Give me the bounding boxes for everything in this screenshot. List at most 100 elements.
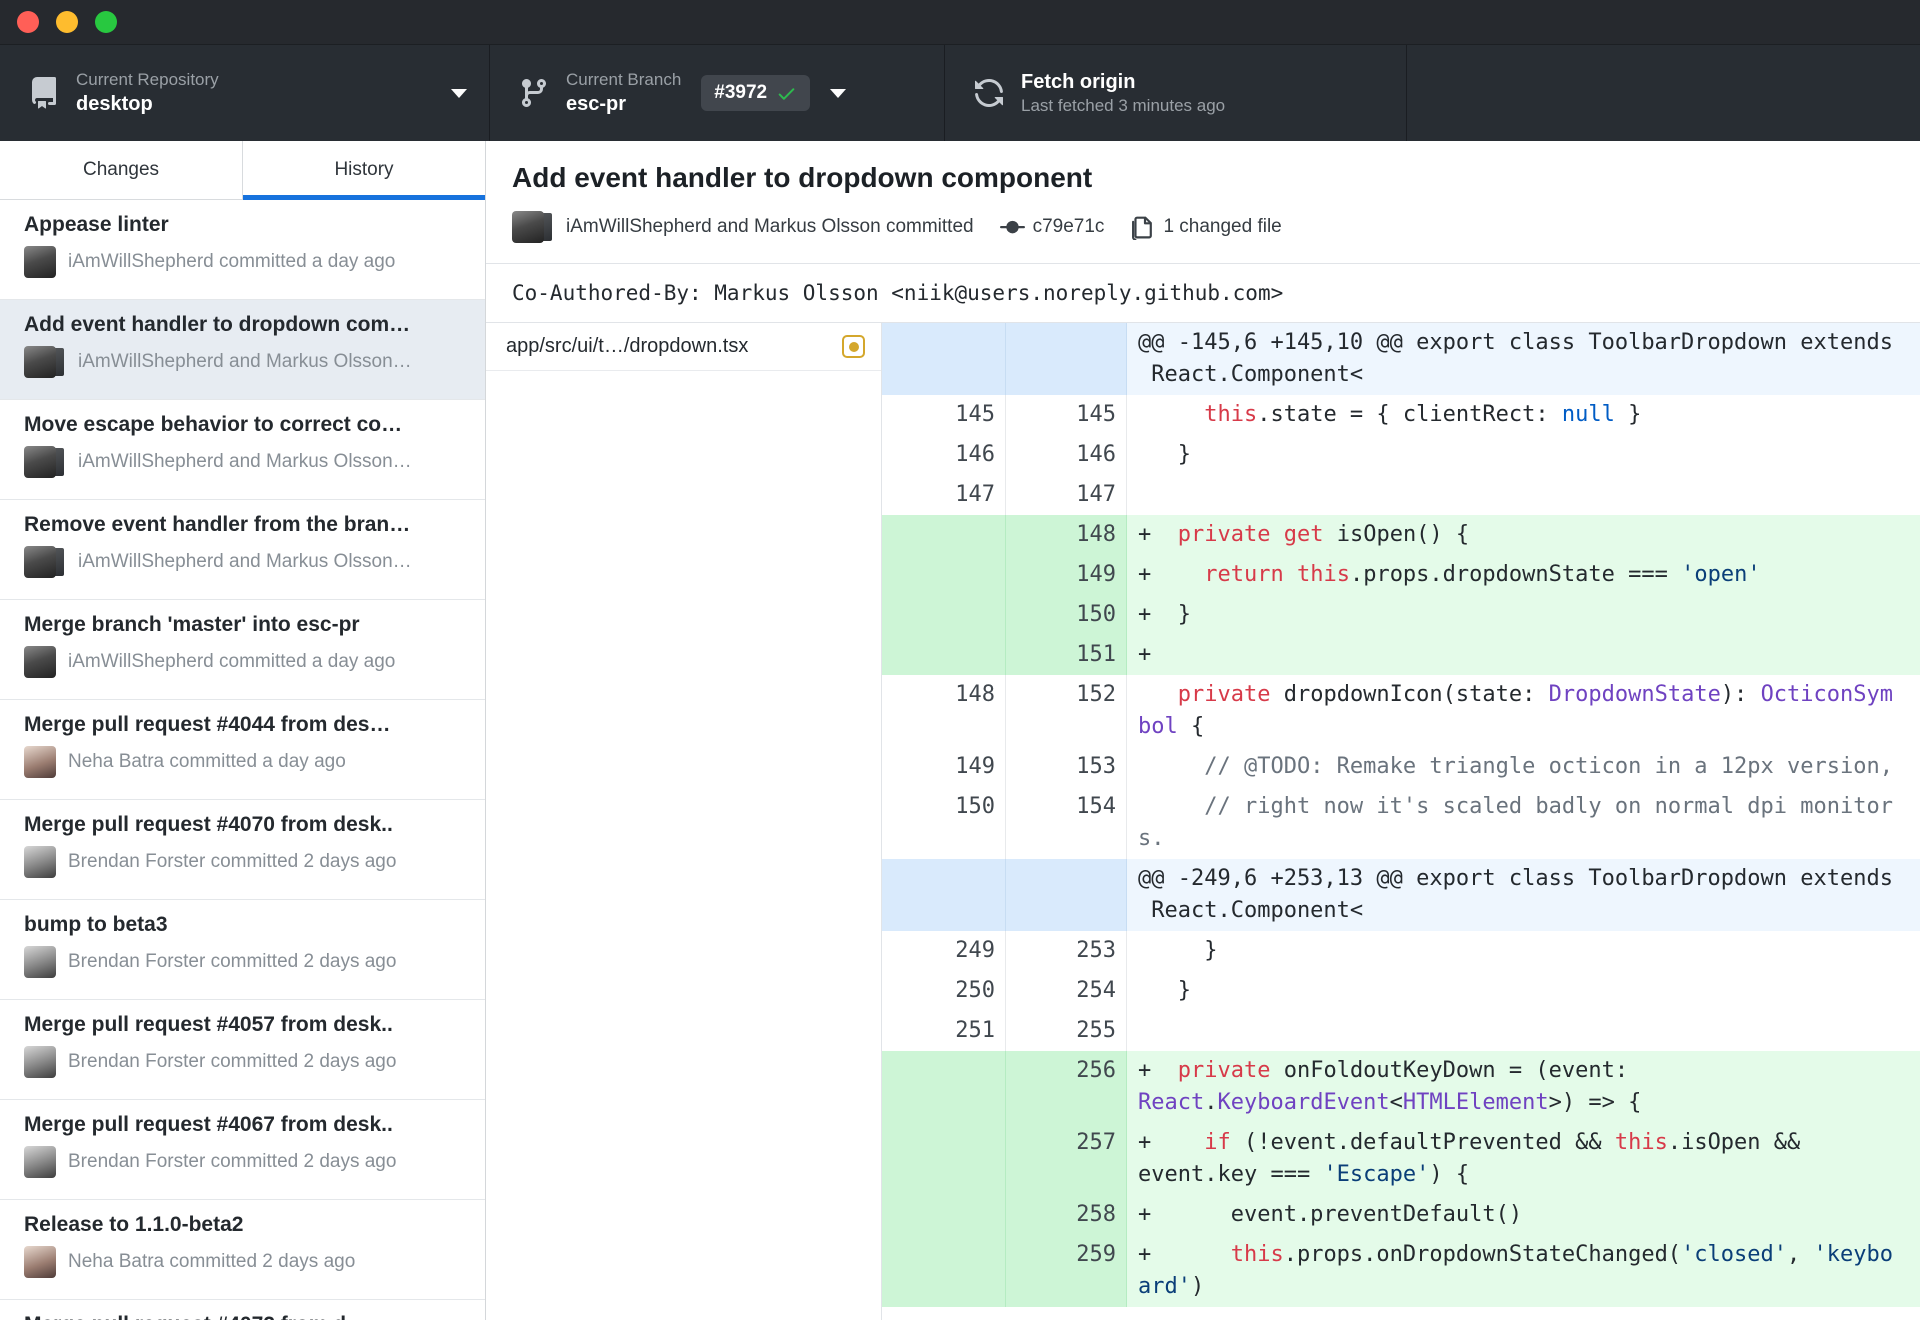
modified-status-icon — [842, 335, 865, 358]
commit-list-item[interactable]: Merge branch 'master' into esc-pr iAmWill… — [0, 600, 485, 700]
commit-list-item-title: Remove event handler from the bran… — [24, 513, 411, 536]
commit-sha[interactable]: c79e71c — [1033, 216, 1105, 238]
diff-code-text: + this.props.onDropdownStateChanged('clo… — [1138, 1242, 1894, 1299]
diff-old-line-number: 148 — [882, 675, 1006, 747]
diff-new-line-number: 148 — [1006, 515, 1127, 555]
commit-list-item-meta: Brendan Forster committed 2 days ago — [68, 1051, 397, 1072]
repository-label: Current Repository — [76, 69, 219, 89]
branch-switcher[interactable]: Current Branch esc-pr #3972 — [490, 45, 945, 141]
diff-line: 146 146 } — [882, 435, 1920, 475]
diff-code-text: // @TODO: Remake triangle octicon in a 1… — [1204, 754, 1893, 779]
commit-author-avatars — [512, 211, 554, 243]
diff-new-line-number: 259 — [1006, 1235, 1127, 1307]
commit-list-item-meta: Brendan Forster committed 2 days ago — [68, 951, 397, 972]
avatar-stack — [24, 246, 56, 278]
minimize-button[interactable] — [56, 11, 78, 33]
diff-old-line-number — [882, 1195, 1006, 1235]
commit-list-item-title: Merge pull request #4067 from desk.. — [24, 1113, 393, 1136]
avatar-stack — [24, 646, 56, 678]
avatar — [24, 446, 56, 478]
diff-code-text: // right now it's scaled badly on normal… — [1138, 794, 1893, 851]
commit-list-item[interactable]: Merge pull request #4072 from d… — [0, 1300, 485, 1320]
file-path: app/src/ui/t…/dropdown.tsx — [506, 335, 749, 357]
diff-view: @@ -145,6 +145,10 @@ export class Toolba… — [882, 323, 1920, 1320]
tab-changes[interactable]: Changes — [0, 141, 242, 199]
avatar-stack — [24, 346, 66, 378]
repo-icon — [28, 77, 60, 109]
commit-list-item[interactable]: Merge pull request #4044 from des… Neha B… — [0, 700, 485, 800]
diff-new-line-number: 258 — [1006, 1195, 1127, 1235]
commit-title: Add event handler to dropdown component — [512, 162, 1093, 193]
commit-list-item-meta: iAmWillShepherd committed a day ago — [68, 651, 396, 672]
commit-list-item-meta: Brendan Forster committed 2 days ago — [68, 1151, 397, 1172]
repository-switcher[interactable]: Current Repository desktop — [0, 45, 490, 141]
diff-line: 251 255 — [882, 1011, 1920, 1051]
diff-code-text: + if (!event.defaultPrevented && this.is… — [1138, 1130, 1801, 1187]
diff-new-line-number — [1006, 323, 1127, 395]
diff-line: 151 + — [882, 635, 1920, 675]
avatar-stack — [24, 546, 66, 578]
commit-list-item-meta: Brendan Forster committed 2 days ago — [68, 851, 397, 872]
diff-code-text: @@ -249,6 +253,13 @@ export class Toolba… — [1138, 866, 1893, 923]
commit-list-item-meta: iAmWillShepherd committed a day ago — [68, 251, 396, 272]
diff-code-text: + return this.props.dropdownState === 'o… — [1138, 562, 1761, 587]
commit-list-item-title: Appease linter — [24, 213, 169, 236]
commit-list-item[interactable]: Add event handler to dropdown com… iAmWil… — [0, 300, 485, 400]
pr-status-badge[interactable]: #3972 — [701, 75, 811, 111]
co-authored-by-line: Co-Authored-By: Markus Olsson <niik@user… — [486, 264, 1920, 323]
commit-summary-header: Add event handler to dropdown component … — [486, 141, 1920, 264]
file-list-item[interactable]: app/src/ui/t…/dropdown.tsx — [486, 323, 881, 371]
diff-line: 148 152 private dropdownIcon(state: Dropd… — [882, 675, 1920, 747]
commit-list-item-meta: Neha Batra committed a day ago — [68, 751, 346, 772]
fetch-subtitle: Last fetched 3 minutes ago — [1021, 95, 1226, 115]
commit-list: Appease linter iAmWillShepherd committed … — [0, 200, 485, 1320]
commit-list-item-title: Merge pull request #4072 from d… — [24, 1313, 467, 1320]
commit-list-item[interactable]: Merge pull request #4070 from desk.. Bren… — [0, 800, 485, 900]
diff-old-line-number: 249 — [882, 931, 1006, 971]
sync-icon — [973, 77, 1005, 109]
commit-list-item[interactable]: Appease linter iAmWillShepherd committed … — [0, 200, 485, 300]
diff-old-line-number — [882, 635, 1006, 675]
toolbar: Current Repository desktop Current Branc… — [0, 45, 1920, 141]
diff-line: 258 + event.preventDefault() — [882, 1195, 1920, 1235]
diff-old-line-number — [882, 1123, 1006, 1195]
diff-new-line-number: 149 — [1006, 555, 1127, 595]
fetch-origin-button[interactable]: Fetch origin Last fetched 3 minutes ago — [945, 45, 1407, 141]
diff-new-line-number: 253 — [1006, 931, 1127, 971]
commit-list-item[interactable]: Remove event handler from the bran… iAmWi… — [0, 500, 485, 600]
commit-list-item[interactable]: Merge pull request #4057 from desk.. Bren… — [0, 1000, 485, 1100]
diff-line: 145 145 this.state = { clientRect: null } — [882, 395, 1920, 435]
commit-list-item-title: Merge pull request #4070 from desk.. — [24, 813, 393, 836]
avatar — [24, 1146, 56, 1178]
avatar — [24, 846, 56, 878]
diff-hunk-header: @@ -145,6 +145,10 @@ export class Toolba… — [882, 323, 1920, 395]
close-button[interactable] — [17, 11, 39, 33]
tab-history[interactable]: History — [242, 141, 485, 200]
check-icon — [778, 87, 795, 100]
diff-code-text: } — [1138, 938, 1218, 963]
avatar-stack — [24, 1046, 56, 1078]
app-window: Current Repository desktop Current Branc… — [0, 0, 1920, 1320]
pr-number: #3972 — [714, 82, 768, 103]
avatar — [24, 646, 56, 678]
diff-new-line-number: 147 — [1006, 475, 1127, 515]
zoom-button[interactable] — [95, 11, 117, 33]
diff-old-line-number: 145 — [882, 395, 1006, 435]
repository-name: desktop — [76, 93, 153, 116]
commit-list-item[interactable]: Merge pull request #4067 from desk.. Bren… — [0, 1100, 485, 1200]
git-branch-icon — [518, 77, 550, 109]
avatar — [24, 946, 56, 978]
diff-code-text: } — [1138, 442, 1191, 467]
diff-line: 149 + return this.props.dropdownState ===… — [882, 555, 1920, 595]
avatar-stack — [24, 446, 66, 478]
commit-list-item[interactable]: Move escape behavior to correct co… iAmWi… — [0, 400, 485, 500]
sidebar-tabs: Changes History — [0, 141, 485, 200]
diff-old-line-number — [882, 595, 1006, 635]
commit-list-item[interactable]: bump to beta3 Brendan Forster committed 2… — [0, 900, 485, 1000]
diff-new-line-number: 153 — [1006, 747, 1127, 787]
commit-list-item[interactable]: Release to 1.1.0-beta2 Neha Batra committ… — [0, 1200, 485, 1300]
diff-code-text: + } — [1138, 602, 1191, 627]
avatar — [24, 746, 56, 778]
diff-new-line-number: 150 — [1006, 595, 1127, 635]
chevron-down-icon — [451, 88, 467, 98]
